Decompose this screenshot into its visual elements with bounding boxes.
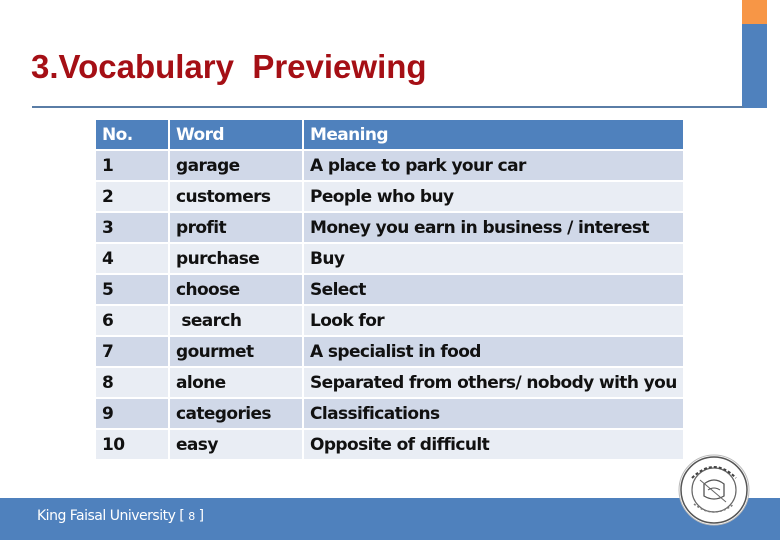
cell-no: 9 xyxy=(96,399,168,428)
cell-no: 5 xyxy=(96,275,168,304)
title-divider xyxy=(32,106,744,108)
cell-no: 8 xyxy=(96,368,168,397)
table-row: 1 garage A place to park your car xyxy=(96,151,683,180)
table-row: 4 purchase Buy xyxy=(96,244,683,273)
table-header-row: No. Word Meaning xyxy=(96,120,683,149)
cell-word: easy xyxy=(170,430,302,459)
cell-meaning: Money you earn in business / interest xyxy=(304,213,683,242)
cell-word: categories xyxy=(170,399,302,428)
footer-text: King Faisal University [ 8 ] xyxy=(37,508,204,524)
accent-bar-orange xyxy=(742,0,767,24)
university-seal-icon xyxy=(678,454,750,526)
cell-meaning: Buy xyxy=(304,244,683,273)
table-row: 2 customers People who buy xyxy=(96,182,683,211)
cell-meaning: Select xyxy=(304,275,683,304)
table-row: 9 categories Classifications xyxy=(96,399,683,428)
cell-no: 6 xyxy=(96,306,168,335)
cell-word: alone xyxy=(170,368,302,397)
cell-no: 4 xyxy=(96,244,168,273)
cell-meaning: A place to park your car xyxy=(304,151,683,180)
cell-meaning: Opposite of difficult xyxy=(304,430,683,459)
cell-meaning: A specialist in food xyxy=(304,337,683,366)
accent-bar-blue xyxy=(742,24,767,108)
table-row: 10 easy Opposite of difficult xyxy=(96,430,683,459)
table-row: 6 search Look for xyxy=(96,306,683,335)
cell-no: 3 xyxy=(96,213,168,242)
table-row: 7 gourmet A specialist in food xyxy=(96,337,683,366)
column-header-meaning: Meaning xyxy=(304,120,683,149)
cell-no: 1 xyxy=(96,151,168,180)
cell-word: gourmet xyxy=(170,337,302,366)
cell-word: profit xyxy=(170,213,302,242)
cell-word: garage xyxy=(170,151,302,180)
table-row: 3 profit Money you earn in business / in… xyxy=(96,213,683,242)
cell-no: 7 xyxy=(96,337,168,366)
cell-meaning: Classifications xyxy=(304,399,683,428)
footer-bracket: ] xyxy=(194,508,204,524)
cell-no: 2 xyxy=(96,182,168,211)
cell-meaning: Separated from others/ nobody with you xyxy=(304,368,683,397)
table-row: 8 alone Separated from others/ nobody wi… xyxy=(96,368,683,397)
cell-meaning: Look for xyxy=(304,306,683,335)
slide-title: 3.Vocabulary Previewing xyxy=(31,48,427,85)
cell-word: search xyxy=(170,306,302,335)
column-header-no: No. xyxy=(96,120,168,149)
cell-word: customers xyxy=(170,182,302,211)
institution-name: King Faisal University [ xyxy=(37,508,189,524)
cell-meaning: People who buy xyxy=(304,182,683,211)
cell-word: choose xyxy=(170,275,302,304)
vocabulary-table: No. Word Meaning 1 garage A place to par… xyxy=(94,118,685,461)
table-row: 5 choose Select xyxy=(96,275,683,304)
cell-word: purchase xyxy=(170,244,302,273)
column-header-word: Word xyxy=(170,120,302,149)
cell-no: 10 xyxy=(96,430,168,459)
